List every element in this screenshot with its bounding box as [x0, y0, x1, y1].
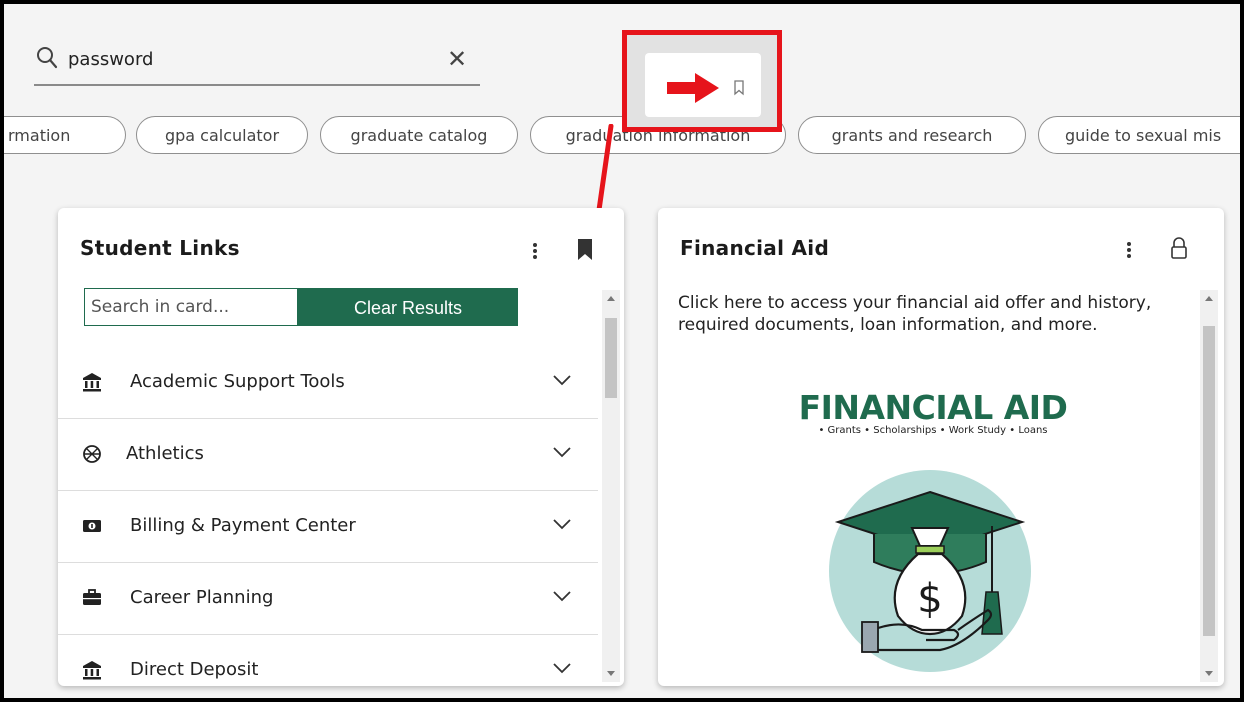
highlight-callout [622, 30, 782, 132]
scroll-down-arrow[interactable] [607, 671, 615, 676]
screenshot-frame: ✕ rmation gpa calculator graduate catalo… [0, 0, 1244, 702]
chevron-down-icon [553, 663, 571, 674]
bank-icon [83, 661, 101, 680]
accordion-label: Career Planning [130, 587, 274, 608]
chevron-down-icon [553, 591, 571, 602]
ball-icon [83, 445, 101, 463]
briefcase-icon [83, 589, 101, 605]
money-icon [83, 520, 101, 532]
callout-zoom-panel [645, 53, 761, 117]
bank-icon [83, 373, 101, 392]
search-input[interactable] [68, 44, 428, 74]
search-bar: ✕ [34, 38, 480, 86]
vertical-scrollbar[interactable] [602, 290, 620, 682]
accordion-direct-deposit[interactable]: Direct Deposit [58, 635, 598, 686]
financial-aid-logo[interactable]: FINANCIAL AID • Grants • Scholarships • … [758, 388, 1108, 436]
chevron-down-icon [553, 375, 571, 386]
accordion-career-planning[interactable]: Career Planning [58, 563, 598, 635]
scrollbar-thumb[interactable] [605, 318, 617, 398]
accordion-academic-support-tools[interactable]: Academic Support Tools [58, 347, 598, 419]
clear-search-icon[interactable]: ✕ [442, 44, 472, 74]
bookmark-outline-icon [734, 80, 744, 96]
financial-aid-card: Financial Aid Click here to access your … [658, 208, 1224, 686]
more-options-icon[interactable] [1124, 240, 1134, 262]
scroll-up-arrow[interactable] [607, 296, 615, 301]
financial-aid-description[interactable]: Click here to access your financial aid … [678, 292, 1168, 336]
chip-partial-right[interactable]: guide to sexual mis [1038, 116, 1240, 154]
search-icon [37, 47, 58, 69]
clear-results-button[interactable]: Clear Results [298, 288, 518, 326]
scroll-down-arrow[interactable] [1205, 671, 1213, 676]
chevron-down-icon [553, 447, 571, 458]
bookmark-filled-icon[interactable] [576, 238, 594, 262]
more-options-icon[interactable] [530, 241, 540, 263]
chevron-down-icon [553, 519, 571, 530]
card-title: Financial Aid [680, 236, 830, 260]
red-arrow-icon [667, 73, 719, 103]
scrollbar-thumb[interactable] [1203, 326, 1215, 636]
accordion-label: Direct Deposit [130, 659, 259, 680]
card-title: Student Links [80, 236, 240, 260]
scroll-up-arrow[interactable] [1205, 296, 1213, 301]
chip-grants-and-research[interactable]: grants and research [798, 116, 1026, 154]
graduation-money-illustration[interactable]: $ [822, 470, 1038, 672]
card-search-input[interactable] [84, 288, 298, 326]
chip-graduate-catalog[interactable]: graduate catalog [320, 116, 518, 154]
student-links-card: Student Links Clear Results Academic Sup… [58, 208, 624, 686]
accordion-label: Athletics [126, 443, 204, 464]
accordion-label: Billing & Payment Center [130, 515, 356, 536]
accordion-billing-payment-center[interactable]: Billing & Payment Center [58, 491, 598, 563]
dollar-sign: $ [917, 576, 942, 622]
accordion-label: Academic Support Tools [130, 371, 345, 392]
logo-title: FINANCIAL AID [798, 388, 1068, 427]
chip-partial-left[interactable]: rmation [4, 116, 126, 154]
accordion-athletics[interactable]: Athletics [58, 419, 598, 491]
chip-gpa-calculator[interactable]: gpa calculator [136, 116, 308, 154]
lock-icon[interactable] [1170, 236, 1188, 260]
vertical-scrollbar[interactable] [1200, 290, 1218, 682]
